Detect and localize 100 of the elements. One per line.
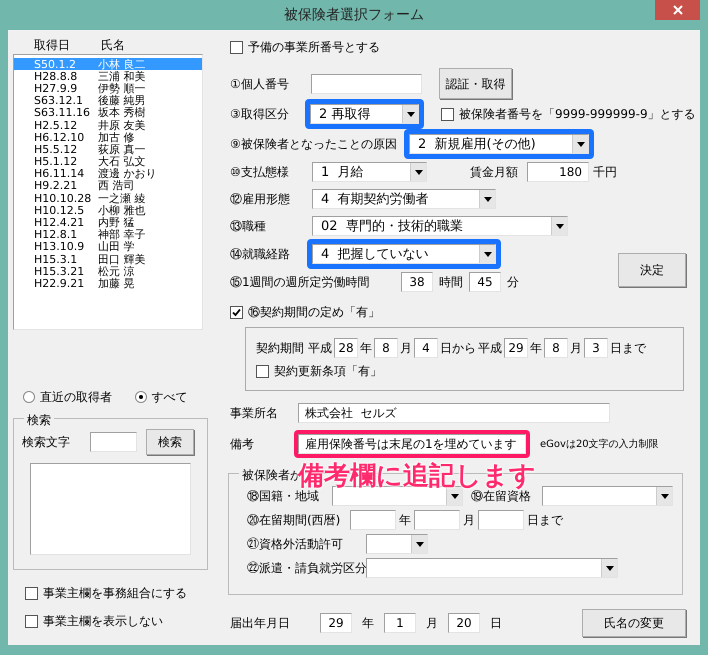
dropdown-arrow-icon	[606, 566, 614, 570]
input-field[interactable]	[414, 510, 460, 530]
button[interactable]: 氏名の変更	[582, 609, 686, 637]
date-text: H15.3.1	[34, 254, 78, 265]
list-row[interactable]: H13.10.9 山田 学	[14, 240, 202, 253]
date-text: H2.5.12	[34, 120, 78, 131]
date-text: H6.12.10	[34, 132, 86, 143]
dropdown[interactable]: 2 再取得	[310, 104, 419, 124]
list-row[interactable]: H2.5.12 井原 友美	[14, 118, 202, 132]
dropdown[interactable]: 2 新規雇用(その他)	[409, 134, 589, 154]
checkbox[interactable]	[441, 108, 454, 120]
checkbox[interactable]	[25, 586, 38, 600]
list-row[interactable]: H15.3.21 松元 涼	[14, 265, 202, 278]
input-field[interactable]: 45	[469, 272, 501, 292]
field-label: 届出年月日	[230, 615, 291, 632]
date-text: H15.3.21	[34, 266, 86, 277]
field-label: 備考	[230, 436, 255, 453]
input-field[interactable]: 雇用保険番号は末尾の1を埋めています	[298, 434, 526, 454]
unit-label: 時間	[439, 274, 463, 291]
field-label: ⑨被保険者となったことの原因	[230, 136, 398, 153]
button[interactable]: 検索	[146, 429, 194, 455]
field-label: ㉒派遣・請負就労区分	[247, 560, 366, 577]
unit-label: 年	[360, 340, 372, 357]
dropdown[interactable]: 4 把握していない	[312, 244, 496, 264]
input-field[interactable]: 38	[401, 272, 433, 292]
input-field[interactable]: 3	[584, 338, 608, 358]
input-field[interactable]: 4	[414, 338, 438, 358]
unit-label: 分	[507, 274, 519, 291]
date-text: H5.5.12	[34, 144, 78, 155]
dropdown[interactable]: 02 専門的・技術的職業	[312, 216, 568, 236]
name-text: 小柳 雅也	[98, 204, 146, 216]
field-label: ⑲在留資格	[471, 489, 531, 505]
list-row[interactable]: H5.1.12 大石 弘文	[14, 156, 202, 168]
input-field[interactable]	[478, 510, 524, 530]
checkbox[interactable]	[25, 614, 38, 628]
dropdown[interactable]: 4 有期契約労働者	[312, 189, 496, 209]
name-text: 三浦 和美	[98, 70, 146, 82]
date-text: H5.1.12	[34, 156, 78, 168]
date-text: H6.11.14	[34, 168, 86, 180]
checkbox-label: 契約更新条項「有」	[274, 363, 382, 380]
input-field[interactable]: 8	[544, 338, 568, 358]
list-row[interactable]: H27.9.9 伊勢 順一	[14, 82, 202, 95]
checkbox-label: 予備の事業所番号とする	[248, 39, 380, 56]
list-row[interactable]: H12.8.1 神部 幸子	[14, 228, 202, 241]
radio-button[interactable]	[23, 391, 35, 403]
list-row[interactable]: H28.8.8 三浦 和美	[14, 70, 202, 82]
dropdown-arrow-icon	[484, 252, 492, 256]
date-text: H12.4.21	[34, 217, 86, 228]
input-field[interactable]	[350, 510, 396, 530]
dropdown[interactable]	[366, 558, 618, 578]
unit-label: 平成	[308, 340, 332, 357]
field-label: 賃金月額	[470, 164, 519, 181]
dropdown[interactable]: 1 月給	[312, 162, 427, 182]
name-text: 後藤 純男	[98, 95, 146, 106]
unit-label: 年	[399, 512, 411, 529]
close-button[interactable]	[655, 0, 700, 20]
input-field[interactable]: 180	[527, 162, 589, 182]
list-row[interactable]: H10.12.5 小柳 雅也	[14, 204, 202, 216]
input-field[interactable]: 8	[374, 338, 398, 358]
unit-label: 平成	[478, 340, 502, 357]
field-label: ①個人番号	[230, 76, 290, 92]
field-label: ⑭就職経路	[230, 246, 291, 263]
date-text: H27.9.9	[34, 82, 78, 94]
input-field[interactable]: 20	[448, 613, 480, 633]
name-text: 井原 友美	[98, 120, 146, 131]
name-text: 伊勢 順一	[98, 82, 146, 94]
input-field[interactable]: 29	[320, 613, 352, 633]
input-field[interactable]	[311, 74, 422, 94]
checkbox[interactable]	[230, 306, 243, 318]
list-row[interactable]: H15.3.1 田口 輝美	[14, 253, 202, 266]
input-field[interactable]: 29	[504, 338, 528, 358]
list-row[interactable]: H6.11.14 渡邊 かおり	[14, 168, 202, 180]
input-field[interactable]: 株式会社 セルズ	[298, 403, 610, 423]
list-row[interactable]: H6.12.10 加古 修	[14, 131, 202, 144]
input-field[interactable]	[90, 432, 137, 452]
input-field[interactable]: 1	[384, 613, 416, 633]
checkbox-label: 事業主欄を表示しない	[43, 613, 163, 630]
field-label: ③取得区分	[230, 106, 290, 123]
list-row[interactable]: H5.5.12 荻原 真一	[14, 143, 202, 156]
list-row[interactable]: S63.11.16 坂本 秀樹	[14, 106, 202, 119]
dropdown[interactable]	[542, 486, 673, 506]
list-box[interactable]	[13, 54, 203, 330]
dropdown-arrow-icon	[660, 494, 668, 498]
list-row[interactable]: H10.10.28 一之瀬 綾	[14, 192, 202, 204]
list-row[interactable]: S63.12.1 後藤 純男	[14, 94, 202, 107]
unit-label: 月	[400, 340, 412, 357]
list-row[interactable]: H12.4.21 内野 猛	[14, 216, 202, 229]
field-label: 千円	[593, 164, 617, 181]
unit-label: 日から	[440, 340, 476, 357]
radio-button[interactable]	[134, 391, 146, 403]
list-row[interactable]: H9.2.21 西 浩司	[14, 180, 202, 192]
list-row[interactable]: H22.9.21 加藤 晃	[14, 277, 202, 290]
name-text: 一之瀬 綾	[98, 192, 146, 204]
unit-label: 日まで	[610, 340, 646, 357]
checkbox[interactable]	[230, 40, 243, 54]
dropdown[interactable]	[366, 534, 428, 554]
button[interactable]: 決定	[618, 253, 686, 287]
checkbox[interactable]	[256, 364, 269, 378]
input-field[interactable]: 28	[334, 338, 358, 358]
button[interactable]: 認証・取得	[439, 68, 512, 99]
